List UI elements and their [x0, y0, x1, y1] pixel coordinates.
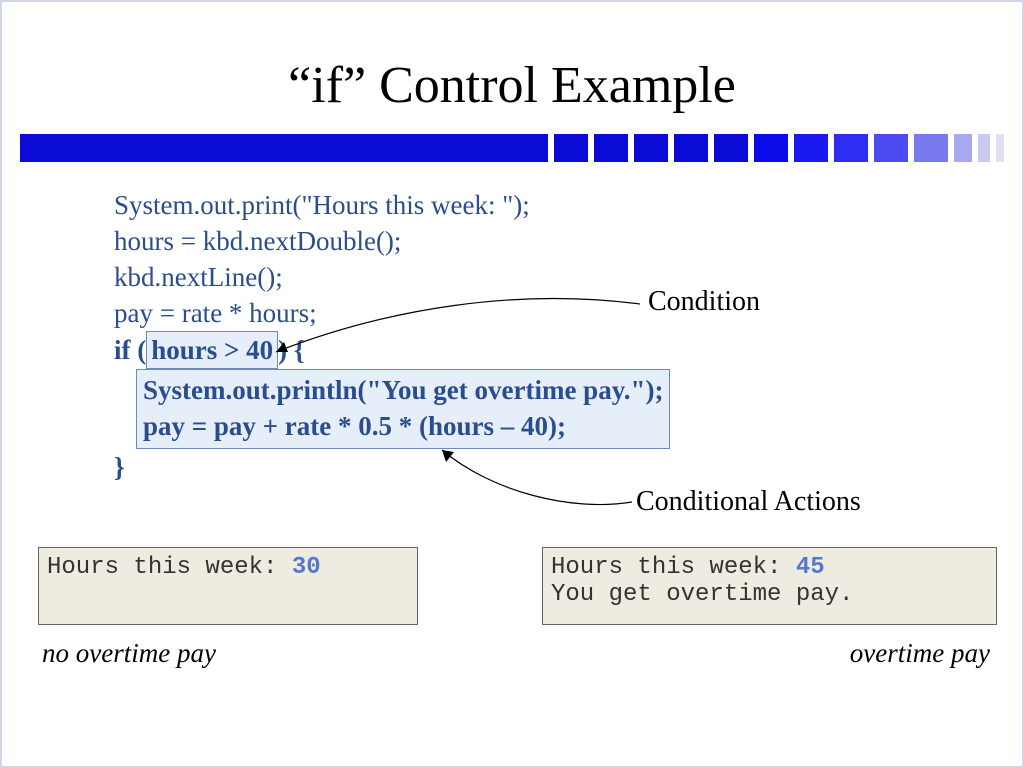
code-line: kbd.nextLine(); [114, 259, 670, 295]
stripe-box [978, 134, 990, 162]
slide-container: “if” Control Example System.out.print("H… [0, 0, 1024, 768]
code-line: pay = rate * hours; [114, 295, 670, 331]
output-value: 30 [292, 554, 321, 581]
stripe-box [714, 134, 748, 162]
stripe-box [754, 134, 788, 162]
stripe-box [634, 134, 668, 162]
stripe-box [874, 134, 908, 162]
code-line-if: if (hours > 40) { [114, 331, 670, 369]
output-line2: You get overtime pay. [551, 581, 853, 608]
slide-title: “if” Control Example [2, 56, 1022, 115]
caption-right: overtime pay [850, 638, 990, 669]
stripe-box [594, 134, 628, 162]
if-keyword: if ( [114, 335, 146, 365]
code-block: System.out.print("Hours this week: "); h… [114, 187, 670, 485]
code-line: System.out.print("Hours this week: "); [114, 187, 670, 223]
decorative-stripe [20, 134, 1004, 162]
label-condition: Condition [648, 286, 760, 318]
output-value: 45 [796, 554, 825, 581]
caption-left: no overtime pay [42, 638, 216, 669]
stripe-box [954, 134, 972, 162]
code-line: hours = kbd.nextDouble(); [114, 223, 670, 259]
condition-highlight: hours > 40 [146, 331, 278, 369]
stripe-box [794, 134, 828, 162]
code-body-line: System.out.println("You get overtime pay… [143, 372, 663, 408]
code-close-brace: } [114, 449, 670, 485]
code-body-line: pay = pay + rate * 0.5 * (hours – 40); [143, 408, 663, 444]
output-box-left: Hours this week: 30 [38, 547, 418, 625]
if-brace: ) { [278, 335, 304, 365]
output-prompt: Hours this week: [47, 554, 292, 581]
output-prompt: Hours this week: [551, 554, 796, 581]
code-body: System.out.println("You get overtime pay… [114, 369, 670, 449]
stripe-box [834, 134, 868, 162]
body-highlight: System.out.println("You get overtime pay… [136, 369, 670, 449]
label-conditional-actions: Conditional Actions [636, 486, 861, 518]
stripe-box [554, 134, 588, 162]
output-box-right: Hours this week: 45 You get overtime pay… [542, 547, 997, 625]
stripe-long [20, 134, 548, 162]
stripe-box [674, 134, 708, 162]
stripe-box [996, 134, 1004, 162]
stripe-box [914, 134, 948, 162]
